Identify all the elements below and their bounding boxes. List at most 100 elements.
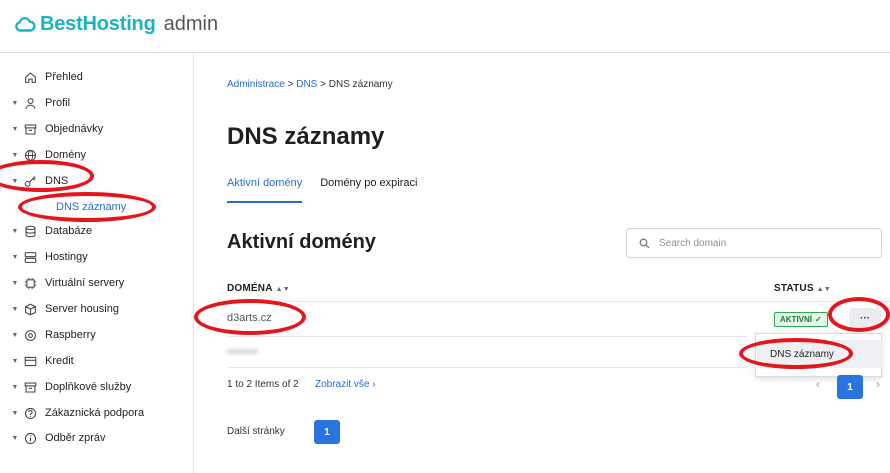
page-title: DNS záznamy — [227, 123, 385, 150]
box-icon — [23, 302, 37, 316]
breadcrumb-separator: > — [287, 79, 294, 90]
breadcrumb-dns[interactable]: DNS — [296, 79, 317, 90]
sidebar-subitem-dns-zaznamy[interactable]: DNS záznamy — [56, 201, 126, 213]
column-header-domain[interactable]: DOMÉNA ▲▼ — [227, 283, 290, 294]
further-page-button[interactable]: 1 — [314, 420, 340, 444]
show-all-link[interactable]: Zobrazit vše › — [315, 379, 376, 390]
menu-item-dns-zaznamy[interactable]: DNS záznamy — [757, 340, 882, 368]
chevron-left-icon[interactable]: ‹ — [816, 377, 820, 391]
column-header-status[interactable]: STATUS ▲▼ — [774, 283, 831, 294]
sidebar-item-zakaznicka-podpora[interactable]: ▼ Zákaznická podpora — [0, 403, 194, 423]
brand-name: BestHosting — [40, 13, 156, 35]
sidebar-item-label: Domény — [45, 149, 86, 161]
sidebar-item-label: Odběr zpráv — [45, 432, 106, 444]
tab-bar: Aktivní domény Domény po expiraci — [227, 177, 417, 203]
sidebar-item-profil[interactable]: ▼ Profil — [0, 93, 194, 113]
chevron-down-icon: ▼ — [11, 279, 19, 287]
sidebar-item-virtualni-servery[interactable]: ▼ Virtuální servery — [0, 273, 194, 293]
row-actions-menu: DNS záznamy — [755, 333, 882, 377]
sidebar: ▼ Přehled ▼ Profil ▼ Objednávky ▼ Domény… — [0, 53, 194, 473]
database-icon — [23, 224, 37, 238]
chevron-down-icon: ▼ — [11, 151, 19, 159]
page-button[interactable]: 1 — [837, 375, 863, 399]
sidebar-item-odber-zprav[interactable]: ▼ Odběr zpráv — [0, 428, 194, 448]
table-row-domain: •••••••• — [227, 346, 258, 358]
sidebar-item-label: Objednávky — [45, 123, 104, 135]
sidebar-item-prehled[interactable]: ▼ Přehled — [0, 67, 194, 87]
main-content: Administrace > DNS > DNS záznamy DNS záz… — [195, 53, 890, 473]
raspberry-icon — [23, 328, 37, 342]
sidebar-item-label: Raspberry — [45, 329, 96, 341]
cloud-logo-icon — [15, 16, 36, 32]
sidebar-item-domeny[interactable]: ▼ Domény — [0, 145, 194, 165]
archive-icon — [23, 380, 37, 394]
sidebar-item-kredit[interactable]: ▼ Kredit — [0, 351, 194, 371]
card-icon — [23, 354, 37, 368]
chevron-down-icon: ▼ — [11, 409, 19, 417]
sidebar-item-label: Přehled — [45, 71, 83, 83]
info-icon — [23, 431, 37, 445]
content-card: Administrace > DNS > DNS záznamy DNS záz… — [195, 53, 890, 473]
sort-icon: ▲▼ — [816, 286, 831, 293]
search-icon — [639, 238, 650, 248]
chevron-down-icon: ▼ — [11, 177, 19, 185]
further-pages-label: Další stránky — [227, 426, 285, 437]
sidebar-item-databaze[interactable]: ▼ Databáze — [0, 221, 194, 241]
sidebar-item-server-housing[interactable]: ▼ Server housing — [0, 299, 194, 319]
chevron-down-icon: ▼ — [11, 125, 19, 133]
sidebar-item-label: Virtuální servery — [45, 277, 125, 289]
breadcrumb-current: DNS záznamy — [328, 79, 393, 90]
column-header-label: DOMÉNA — [227, 283, 273, 294]
table-divider — [227, 336, 747, 337]
tab-aktivni-domeny[interactable]: Aktivní domény — [227, 177, 303, 203]
chevron-down-icon: ▼ — [11, 383, 19, 391]
logo[interactable]: BestHosting admin — [14, 13, 218, 36]
sidebar-item-label: DNS — [45, 175, 69, 187]
table-divider — [227, 367, 747, 368]
brand-suffix: admin — [163, 13, 219, 35]
chevron-right-icon[interactable]: › — [876, 377, 880, 391]
chip-icon — [23, 276, 37, 290]
status-badge-label: AKTIVNÍ — [780, 315, 812, 324]
sidebar-item-label: Databáze — [45, 225, 93, 237]
home-icon — [23, 70, 37, 84]
sidebar-item-label: Doplňkové služby — [45, 381, 132, 393]
chevron-down-icon: ▼ — [11, 227, 19, 235]
sidebar-item-label: Zákaznická podpora — [45, 407, 145, 419]
user-icon — [23, 96, 37, 110]
table-divider — [227, 301, 890, 302]
sidebar-item-label: Hostingy — [45, 251, 88, 263]
row-actions-button[interactable]: ··· — [849, 308, 881, 328]
search-input[interactable] — [659, 237, 859, 249]
chevron-down-icon: ▼ — [11, 434, 19, 442]
key-icon — [23, 174, 37, 188]
items-summary: 1 to 2 Items of 2 — [227, 379, 299, 390]
sidebar-item-hostingy[interactable]: ▼ Hostingy — [0, 247, 194, 267]
sort-icon: ▲▼ — [275, 286, 290, 293]
sidebar-item-doplnkove-sluzby[interactable]: ▼ Doplňkové služby — [0, 377, 194, 397]
more-icon: ··· — [860, 312, 870, 324]
breadcrumb-separator: > — [320, 79, 326, 90]
tab-domeny-po-expiraci[interactable]: Domény po expiraci — [320, 177, 417, 203]
sidebar-item-label: Profil — [45, 97, 71, 109]
chevron-down-icon: ▼ — [11, 357, 19, 365]
chevron-down-icon: ▼ — [11, 253, 19, 261]
chevron-down-icon: ▼ — [11, 331, 19, 339]
sidebar-item-label: Kredit — [45, 355, 74, 367]
check-icon: ✓ — [815, 315, 822, 324]
archive-icon — [23, 122, 37, 136]
column-header-label: STATUS — [774, 283, 814, 294]
server-icon — [23, 250, 37, 264]
sidebar-item-dns[interactable]: ▼ DNS — [0, 171, 194, 191]
show-all-label: Zobrazit vše — [315, 379, 370, 390]
chevron-right-icon: › — [372, 379, 376, 390]
table-row-domain: d3arts.cz — [227, 312, 272, 324]
sidebar-item-objednavky[interactable]: ▼ Objednávky — [0, 119, 194, 139]
sidebar-item-raspberry[interactable]: ▼ Raspberry — [0, 325, 194, 345]
breadcrumb-administrace[interactable]: Administrace — [227, 79, 285, 90]
breadcrumb: Administrace > DNS > DNS záznamy — [227, 79, 393, 90]
help-icon — [23, 406, 37, 420]
chevron-down-icon: ▼ — [11, 99, 19, 107]
search-box[interactable] — [626, 228, 882, 258]
top-header: BestHosting admin — [0, 0, 890, 53]
